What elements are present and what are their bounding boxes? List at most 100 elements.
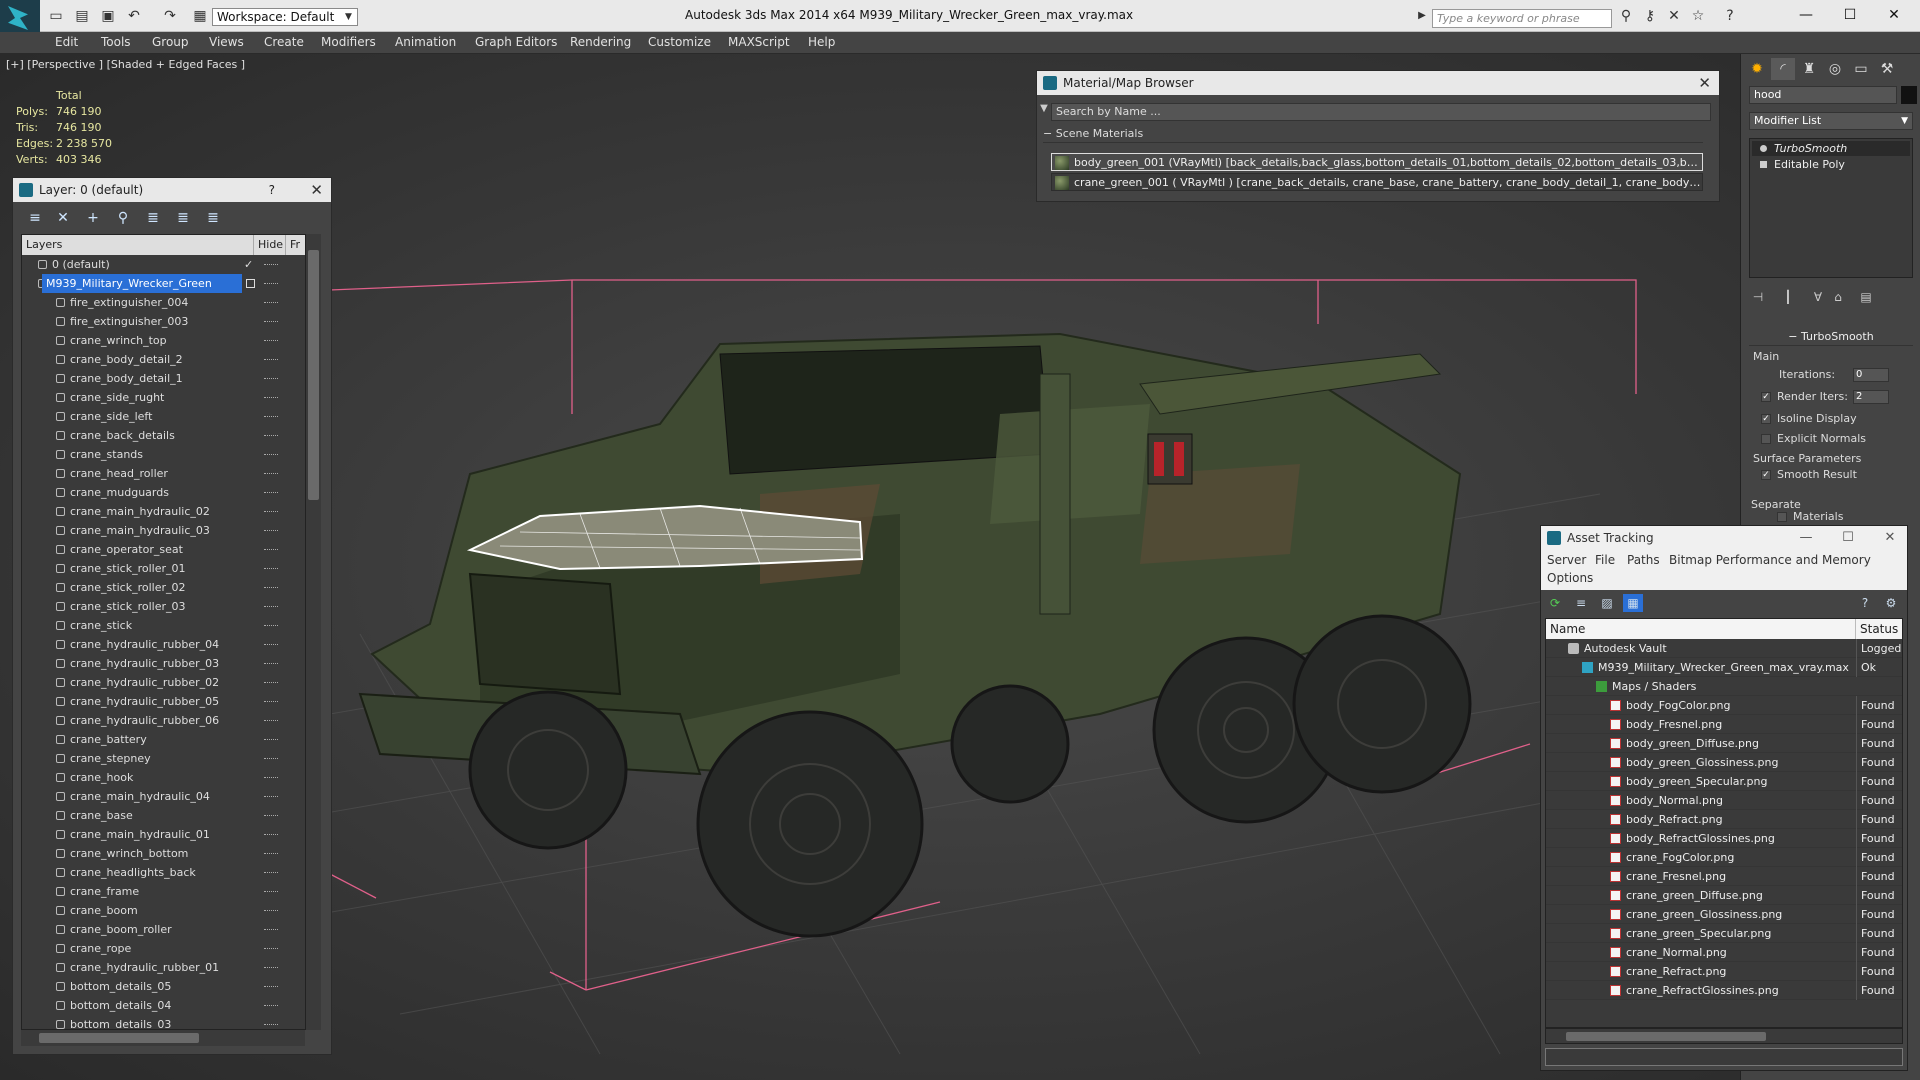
hide-toggle[interactable] [264,378,278,379]
table-view-icon[interactable]: ▦ [1623,594,1643,612]
hide-toggle[interactable] [264,910,278,911]
hide-toggle[interactable] [264,530,278,531]
exchange-icon[interactable]: ✕ [1666,8,1682,24]
column-status[interactable]: Status [1856,619,1902,639]
expand-icon[interactable] [1760,161,1767,168]
layer-object-row[interactable]: crane_base [22,806,302,825]
pin-stack-icon[interactable]: ⊣ [1749,288,1767,306]
materials-checkbox[interactable] [1777,512,1787,522]
layer-object-row[interactable]: crane_operator_seat [22,540,302,559]
hide-toggle[interactable] [264,340,278,341]
open-file-icon[interactable]: ▤ [74,8,90,24]
hide-toggle[interactable] [264,777,278,778]
star-icon[interactable]: ☆ [1690,8,1706,24]
save-file-icon[interactable]: ▣ [100,8,116,24]
hide-toggle[interactable] [264,739,278,740]
layer-vertical-scrollbar[interactable] [305,234,321,1030]
layer-object-row[interactable]: crane_stick_roller_03 [22,597,302,616]
layer-horizontal-scrollbar[interactable] [21,1030,305,1046]
layer-object-row[interactable]: crane_hydraulic_rubber_02 [22,673,302,692]
layer-object-row[interactable]: crane_main_hydraulic_01 [22,825,302,844]
modifier-list-dropdown[interactable]: Modifier List ▼ [1749,112,1913,130]
modify-tab-icon[interactable]: ◜ [1771,58,1795,80]
menu-graph-editors[interactable]: Graph Editors [475,35,557,49]
layer-object-row[interactable]: crane_hydraulic_rubber_03 [22,654,302,673]
hide-toggle[interactable] [264,1024,278,1025]
hide-toggle[interactable] [264,796,278,797]
layer-object-row[interactable]: crane_headlights_back [22,863,302,882]
hierarchy-tab-icon[interactable]: ♜ [1797,58,1821,80]
hide-toggle[interactable] [264,473,278,474]
utilities-tab-icon[interactable]: ⚒ [1875,58,1899,80]
key-icon[interactable]: ⚷ [1642,8,1658,24]
menu-animation[interactable]: Animation [395,35,456,49]
thumbnail-view-icon[interactable]: ▨ [1597,594,1617,612]
rollout-title[interactable]: − TurboSmooth [1749,330,1913,346]
layer-object-row[interactable]: crane_back_details [22,426,302,445]
hide-toggle[interactable] [264,606,278,607]
layer-object-row[interactable]: crane_wrinch_bottom [22,844,302,863]
asset-row[interactable]: crane_green_Specular.png Found [1546,924,1902,943]
material-browser-header[interactable]: Material/Map Browser ✕ [1037,71,1719,95]
render-iters-spinner[interactable]: 2 [1853,390,1889,404]
minimize-button[interactable]: — [1788,4,1824,26]
layer-object-row[interactable]: crane_wrinch_top [22,331,302,350]
layer-object-row[interactable]: crane_stands [22,445,302,464]
remove-modifier-icon[interactable]: ⌂ [1829,288,1847,306]
hide-toggle[interactable] [264,264,278,265]
column-layers[interactable]: Layers [22,235,254,255]
hide-toggle[interactable] [264,891,278,892]
render-iters-checkbox[interactable]: ✓ [1761,392,1771,402]
configure-modifier-sets-icon[interactable]: ▤ [1857,288,1875,306]
layer-object-row[interactable]: crane_hydraulic_rubber_05 [22,692,302,711]
close-icon[interactable]: ✕ [310,178,323,202]
hide-toggle[interactable] [264,644,278,645]
hide-toggle[interactable] [264,1005,278,1006]
hide-toggle[interactable] [264,302,278,303]
layer-object-row[interactable]: crane_hook [22,768,302,787]
layer-panel-header[interactable]: Layer: 0 (default) ? ✕ [13,178,331,202]
help-icon[interactable]: ? [1855,594,1875,612]
layer-object-row[interactable]: crane_boom_roller [22,920,302,939]
delete-layer-icon[interactable]: ✕ [53,208,73,228]
layer-object-row[interactable]: bottom_details_05 [22,977,302,996]
hide-toggle[interactable] [264,321,278,322]
asset-row[interactable]: crane_green_Glossiness.png Found [1546,905,1902,924]
layer-object-row[interactable]: crane_stick_roller_02 [22,578,302,597]
menu-modifiers[interactable]: Modifiers [321,35,376,49]
hide-toggle[interactable] [264,663,278,664]
help-search-input[interactable]: Type a keyword or phrase [1432,9,1612,28]
asset-row[interactable]: body_green_Glossiness.png Found [1546,753,1902,772]
layer-object-row[interactable]: crane_hydraulic_rubber_04 [22,635,302,654]
workspace-dropdown[interactable]: Workspace: Default [212,8,358,26]
scroll-thumb[interactable] [1566,1032,1766,1041]
material-row[interactable]: crane_green_001 ( VRayMtl ) [crane_back_… [1051,173,1703,191]
scroll-thumb[interactable] [308,250,319,500]
isoline-checkbox[interactable]: ✓ [1761,414,1771,424]
create-layer-icon[interactable]: ≡ [25,208,45,228]
close-icon[interactable]: ✕ [1698,71,1711,95]
layer-object-row[interactable]: crane_hydraulic_rubber_06 [22,711,302,730]
hide-toggle[interactable] [264,720,278,721]
iterations-spinner[interactable]: 0 [1853,368,1889,382]
hide-toggle[interactable] [264,948,278,949]
hide-toggle[interactable] [264,511,278,512]
select-objects-icon[interactable]: ⚲ [113,208,133,228]
layer-object-row[interactable]: crane_battery [22,730,302,749]
asset-row[interactable]: body_Normal.png Found [1546,791,1902,810]
layer-object-row[interactable]: crane_rope [22,939,302,958]
material-row[interactable]: body_green_001 (VRayMtl) [back_details,b… [1051,153,1703,171]
hide-toggle[interactable] [264,929,278,930]
layer-object-row[interactable]: crane_mudguards [22,483,302,502]
scene-materials-section[interactable]: − Scene Materials [1043,127,1703,143]
asset-row[interactable]: crane_Refract.png Found [1546,962,1902,981]
hide-toggle[interactable] [264,359,278,360]
object-color-swatch[interactable] [1901,86,1917,104]
help-button[interactable]: ? [269,178,275,202]
stack-item-turbosmooth[interactable]: TurboSmooth [1752,141,1910,156]
asset-tracking-header[interactable]: Asset Tracking — ☐ ✕ [1541,526,1907,550]
asset-row[interactable]: body_green_Diffuse.png Found [1546,734,1902,753]
menu-help[interactable]: Help [808,35,835,49]
close-button[interactable]: ✕ [1876,4,1912,26]
hide-toggle[interactable] [264,587,278,588]
